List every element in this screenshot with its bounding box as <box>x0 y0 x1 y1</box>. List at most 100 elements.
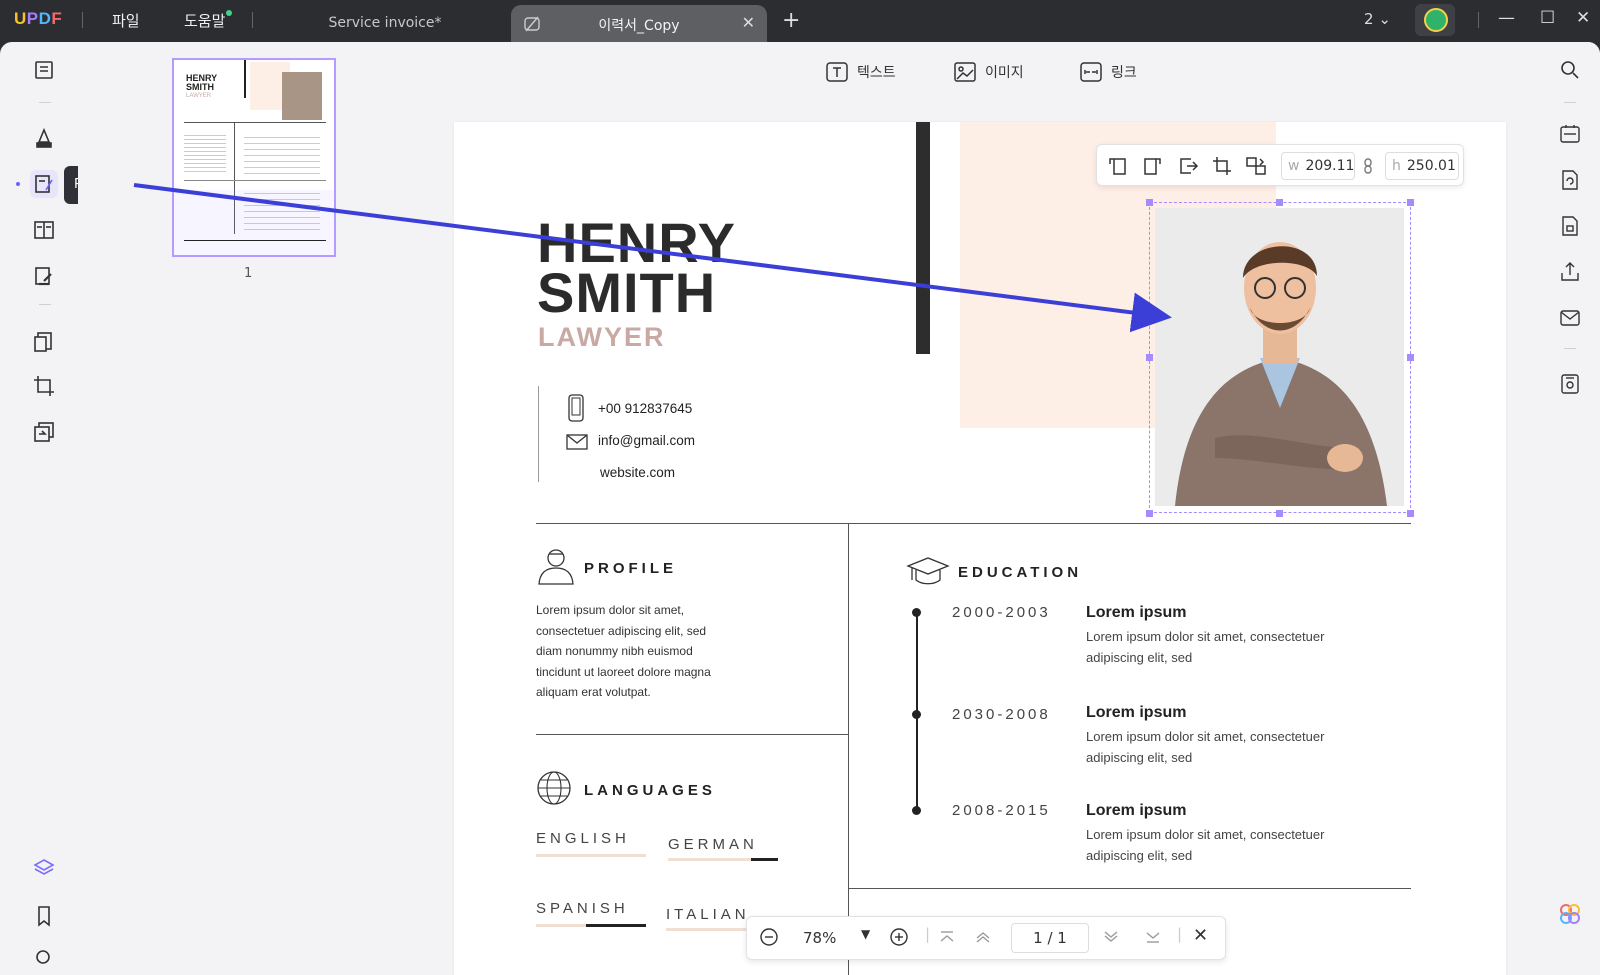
organize-icon[interactable] <box>30 216 58 244</box>
comment-icon[interactable] <box>30 124 58 152</box>
rail-separator <box>1564 102 1576 103</box>
page-number-field[interactable]: 1 / 1 <box>1011 923 1089 953</box>
education-heading[interactable]: Lorem ipsum <box>1086 704 1186 722</box>
profile-text[interactable]: Lorem ipsum dolor sit amet, consectetuer… <box>536 600 711 703</box>
education-heading[interactable]: Lorem ipsum <box>1086 604 1186 622</box>
zoom-in-icon[interactable] <box>889 927 909 947</box>
menu-help[interactable]: 도움말 <box>184 10 233 31</box>
compress-icon[interactable] <box>30 418 58 446</box>
profile-icon <box>538 549 574 585</box>
languages-title[interactable]: LANGUAGES <box>584 782 716 799</box>
previous-page-icon[interactable] <box>973 927 993 947</box>
link-icon <box>1080 62 1102 82</box>
education-text[interactable]: Lorem ipsum dolor sit amet, consectetuer… <box>1086 824 1406 866</box>
tab-service-invoice[interactable]: Service invoice* <box>260 5 510 42</box>
fill-sign-icon[interactable] <box>30 262 58 290</box>
protect-icon[interactable] <box>1558 214 1582 238</box>
ocr-icon[interactable] <box>1558 122 1582 146</box>
resume-role[interactable]: LAWYER <box>538 322 666 353</box>
resize-handle[interactable] <box>1146 510 1153 517</box>
bookmark-icon[interactable] <box>30 902 58 930</box>
rail-separator <box>1564 348 1576 349</box>
menu-file[interactable]: 파일 <box>112 10 140 31</box>
phone-text[interactable]: +00 912837645 <box>598 401 692 416</box>
language-italian[interactable]: ITALIAN <box>666 906 750 923</box>
add-text-button[interactable]: 텍스트 <box>825 60 896 84</box>
thumb-line <box>184 240 326 241</box>
thumb-line <box>234 180 326 181</box>
maximize-icon[interactable]: ☐ <box>1540 8 1555 28</box>
rotate-left-icon[interactable] <box>1107 155 1129 177</box>
new-tab-button[interactable]: + <box>782 8 800 33</box>
extract-image-icon[interactable] <box>1177 155 1199 177</box>
close-bar-icon[interactable]: ✕ <box>1193 925 1208 946</box>
language-level-bar <box>536 854 646 857</box>
zoom-level[interactable]: 78% <box>803 929 836 947</box>
education-title[interactable]: EDUCATION <box>958 564 1082 581</box>
add-link-button[interactable]: 링크 <box>1079 60 1137 84</box>
language-level-bar <box>536 924 646 927</box>
replace-image-icon[interactable] <box>1245 155 1267 177</box>
convert-icon[interactable] <box>30 328 58 356</box>
search-icon[interactable] <box>1558 58 1582 82</box>
tab-count-dropdown[interactable]: 2 ⌄ <box>1364 10 1391 28</box>
selection-box <box>1149 202 1411 513</box>
toolbar-separator: | <box>925 925 931 943</box>
avatar[interactable] <box>1415 4 1455 36</box>
right-toolbar <box>1540 42 1600 975</box>
search-icon[interactable] <box>30 944 58 972</box>
save-icon[interactable] <box>1558 372 1582 396</box>
ai-assistant-icon[interactable] <box>1558 902 1582 926</box>
title-bar: UPDF 파일 도움말 Service invoice* 이력서_Copy ✕ … <box>0 0 1600 42</box>
page-thumbnail[interactable]: HENRY SMITH LAWYER <box>172 58 336 257</box>
edit-pdf-icon[interactable] <box>30 170 58 198</box>
close-tab-icon[interactable]: ✕ <box>742 13 755 32</box>
resize-handle[interactable] <box>1276 199 1283 206</box>
zoom-out-icon[interactable] <box>759 927 779 947</box>
crop-image-icon[interactable] <box>1211 155 1233 177</box>
next-page-icon[interactable] <box>1101 927 1121 947</box>
document-area: 텍스트 이미지 링크 HENRY SMITH LAWYER +00 9128376… <box>430 42 1540 975</box>
website-text[interactable]: website.com <box>600 465 675 480</box>
thumb-text <box>184 132 226 172</box>
crop-icon[interactable] <box>30 372 58 400</box>
reader-icon[interactable] <box>30 56 58 84</box>
zoom-dropdown-icon[interactable]: ▼ <box>861 927 870 941</box>
language-german[interactable]: GERMAN <box>668 836 758 853</box>
language-english[interactable]: ENGLISH <box>536 830 630 847</box>
add-image-button[interactable]: 이미지 <box>953 60 1024 84</box>
mail-icon[interactable] <box>1558 306 1582 330</box>
resize-handle[interactable] <box>1146 354 1153 361</box>
add-link-label: 링크 <box>1111 65 1137 81</box>
resize-handle[interactable] <box>1146 199 1153 206</box>
education-line: Lorem ipsum dolor sit amet, consectetuer <box>1086 827 1325 842</box>
profile-title[interactable]: PROFILE <box>584 560 677 577</box>
resize-handle[interactable] <box>1276 510 1283 517</box>
minimize-icon[interactable]: — <box>1498 8 1515 28</box>
education-text[interactable]: Lorem ipsum dolor sit amet, consectetuer… <box>1086 626 1406 668</box>
last-page-icon[interactable] <box>1143 927 1163 947</box>
language-spanish[interactable]: SPANISH <box>536 900 629 917</box>
resize-handle[interactable] <box>1407 354 1414 361</box>
resize-handle[interactable] <box>1407 199 1414 206</box>
thumb-line <box>184 122 326 123</box>
education-years[interactable]: 2008-2015 <box>952 802 1051 819</box>
education-heading[interactable]: Lorem ipsum <box>1086 802 1186 820</box>
tab-resume-copy[interactable]: 이력서_Copy ✕ <box>511 5 767 42</box>
convert-file-icon[interactable] <box>1558 168 1582 192</box>
selected-image[interactable] <box>1146 199 1414 517</box>
resize-handle[interactable] <box>1407 510 1414 517</box>
close-window-icon[interactable]: ✕ <box>1576 8 1590 28</box>
rotate-right-icon[interactable] <box>1141 155 1163 177</box>
education-text[interactable]: Lorem ipsum dolor sit amet, consectetuer… <box>1086 726 1406 768</box>
resume-name[interactable]: HENRY SMITH <box>537 215 736 321</box>
education-years[interactable]: 2030-2008 <box>952 706 1051 723</box>
email-text[interactable]: info@gmail.com <box>598 433 695 448</box>
first-page-icon[interactable] <box>937 927 957 947</box>
layers-icon[interactable] <box>30 854 58 882</box>
width-field[interactable]: w 209.11 <box>1281 152 1355 180</box>
aspect-lock-icon[interactable] <box>1361 155 1375 177</box>
height-field[interactable]: h 250.01 <box>1385 152 1459 180</box>
share-icon[interactable] <box>1558 260 1582 284</box>
education-years[interactable]: 2000-2003 <box>952 604 1051 621</box>
